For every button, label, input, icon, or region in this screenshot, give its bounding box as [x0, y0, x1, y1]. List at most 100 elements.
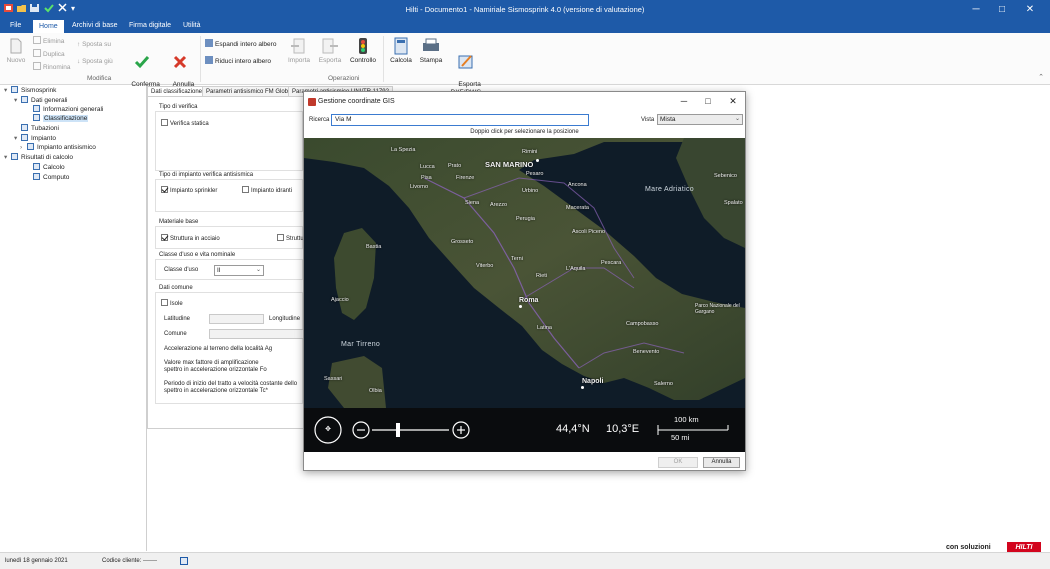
expand-tree-icon	[205, 39, 213, 47]
calcola-label: Calcola	[390, 57, 412, 64]
status-date: lunedì 18 gennaio 2021	[5, 558, 68, 564]
isole-checkbox[interactable]: Isole	[161, 299, 183, 307]
map-city: Pesaro	[526, 171, 544, 177]
close-icon[interactable]: ✕	[1020, 2, 1040, 17]
menu-firma[interactable]: Firma digitale	[123, 19, 177, 33]
operazioni-group-label: Operazioni	[328, 75, 360, 82]
map-city: Olbia	[369, 388, 382, 394]
tree-node-tubazioni[interactable]: Tubazioni	[14, 124, 59, 133]
nuovo-button[interactable]: Nuovo	[4, 37, 28, 65]
menu-file[interactable]: File	[4, 19, 27, 33]
tree-dati-generali-label: Dati generali	[31, 97, 68, 104]
stampa-button[interactable]: Stampa	[418, 37, 444, 65]
tree-node-computo[interactable]: Computo	[26, 173, 69, 182]
map-city: Viterbo	[476, 263, 494, 269]
latitudine-field[interactable]	[209, 314, 264, 324]
map-city: Rieti	[536, 273, 548, 279]
calculator-icon	[33, 163, 40, 170]
satellite-map[interactable]: SAN MARINO La Spezia Lucca Prato Rimini …	[304, 138, 745, 452]
traffic-light-icon	[359, 38, 367, 54]
latitude-readout: 44,4°N	[556, 423, 590, 435]
map-city: Prato	[448, 163, 462, 169]
latitudine-label: Latitudine	[164, 316, 191, 322]
map-city: Sebenico	[714, 173, 737, 179]
verifica-statica-checkbox[interactable]: Verifica statica	[161, 119, 209, 127]
vista-select[interactable]: Mista ⌄	[657, 114, 743, 125]
impianto-idranti-checkbox[interactable]: Impianto idranti	[242, 186, 292, 194]
pan-control-icon[interactable]: ✥	[318, 420, 338, 440]
menu-utilita[interactable]: Utilità	[177, 19, 207, 33]
status-bar: lunedì 18 gennaio 2021 Codice cliente: -…	[0, 552, 1050, 569]
tab-dati-classificazione[interactable]: Dati classificazione	[147, 86, 207, 96]
ricerca-label: Ricerca	[309, 117, 330, 123]
calculator-icon	[394, 37, 408, 55]
new-document-icon	[10, 38, 22, 54]
esporta-button[interactable]: Esporta	[316, 37, 344, 65]
isole-label: Isole	[170, 301, 183, 307]
duplica-button[interactable]: Duplica	[33, 49, 65, 60]
collapse-ribbon-icon[interactable]: ⌃	[1038, 73, 1044, 81]
menu-archivi[interactable]: Archivi di base	[66, 19, 124, 33]
map-city: Arezzo	[490, 202, 508, 208]
esporta-label: Esporta	[318, 57, 342, 64]
ribbon-separator	[383, 36, 384, 82]
tab-fm-global[interactable]: Parametri antisismico FM Global	[202, 86, 297, 96]
map-city: Pisa	[421, 175, 432, 181]
sposta-giu-button[interactable]: ↓ Sposta giù	[77, 56, 113, 67]
espandi-button[interactable]: Espandi intero albero	[205, 39, 276, 50]
impianto-sprinkler-checkbox[interactable]: Impianto sprinkler	[161, 186, 217, 194]
maximize-icon[interactable]: □	[992, 2, 1012, 17]
comune-field[interactable]	[209, 329, 304, 339]
tree-node-impianto[interactable]: ▾ Impianto	[14, 134, 56, 143]
elimina-button[interactable]: Elimina	[33, 36, 64, 47]
brand-text: con soluzioni	[946, 544, 991, 551]
tree-node-impianto-antisismico[interactable]: › Impianto antisismico	[20, 143, 96, 152]
maximize-icon[interactable]: □	[701, 95, 715, 107]
close-icon[interactable]: ✕	[726, 95, 740, 107]
riduci-button[interactable]: Riduci intero albero	[205, 56, 271, 67]
map-city: Spalato	[724, 200, 743, 206]
espandi-label: Espandi intero albero	[215, 41, 277, 48]
tree-node-calcolo[interactable]: Calcolo	[26, 163, 65, 172]
map-city-dot	[581, 386, 584, 389]
navigation-tree: ▾ Sismosprink ▾ Dati generali Informazioni…	[0, 86, 147, 551]
minimize-icon[interactable]: ─	[966, 2, 986, 17]
document-icon	[33, 114, 40, 121]
map-city: Ascoli Piceno	[572, 229, 606, 235]
zoom-slider-handle[interactable]	[395, 421, 401, 439]
rinomina-button[interactable]: Rinomina	[33, 62, 70, 73]
folder-icon	[21, 134, 28, 141]
rinomina-label: Rinomina	[43, 64, 71, 71]
tree-node-root[interactable]: ▾ Sismosprink	[4, 86, 56, 95]
tree-tubazioni-label: Tubazioni	[31, 125, 59, 132]
ribbon-separator	[200, 36, 201, 82]
tree-calcolo-label: Calcolo	[43, 164, 65, 171]
tree-risultati-label: Risultati di calcolo	[21, 154, 74, 161]
menu-home[interactable]: Home	[33, 20, 64, 33]
struttura-acciaio-checkbox[interactable]: Struttura in acciaio	[161, 234, 220, 242]
classe-uso-select[interactable]: II ⌄	[214, 265, 264, 276]
ok-button[interactable]: OK	[658, 457, 698, 468]
map-park-label: Parco Nazionale del Gargano	[695, 303, 740, 315]
menu-bar: File Home Archivi di base Firma digitale…	[0, 19, 1050, 33]
tree-node-risultati[interactable]: ▾ Risultati di calcolo	[4, 153, 73, 162]
map-city: Livorno	[410, 184, 429, 190]
vista-value: Mista	[660, 116, 676, 123]
map-city: L'Aquila	[566, 266, 586, 272]
annulla-button[interactable]: Annulla	[703, 457, 740, 468]
sposta-su-button[interactable]: ↑ Sposta su	[77, 39, 111, 50]
minimize-icon[interactable]: ─	[677, 95, 691, 107]
tree-node-classificazione[interactable]: Classificazione	[26, 114, 89, 123]
struttura-altra-checkbox[interactable]: Struttu	[277, 234, 304, 242]
zoom-in-button[interactable]	[453, 422, 469, 438]
controllo-button[interactable]: Controllo	[347, 37, 379, 65]
map-city: Grosseto	[451, 239, 474, 245]
calcola-button[interactable]: Calcola	[388, 37, 414, 65]
zoom-out-button[interactable]	[353, 422, 369, 438]
tree-node-informazioni[interactable]: Informazioni generali	[26, 105, 103, 114]
tree-node-dati-generali[interactable]: ▾ Dati generali	[14, 96, 68, 105]
checkbox-icon	[277, 234, 284, 241]
importa-button[interactable]: Importa	[285, 37, 313, 65]
ricerca-input[interactable]: Via M	[331, 114, 589, 126]
longitudine-label: Longitudine	[269, 316, 301, 322]
